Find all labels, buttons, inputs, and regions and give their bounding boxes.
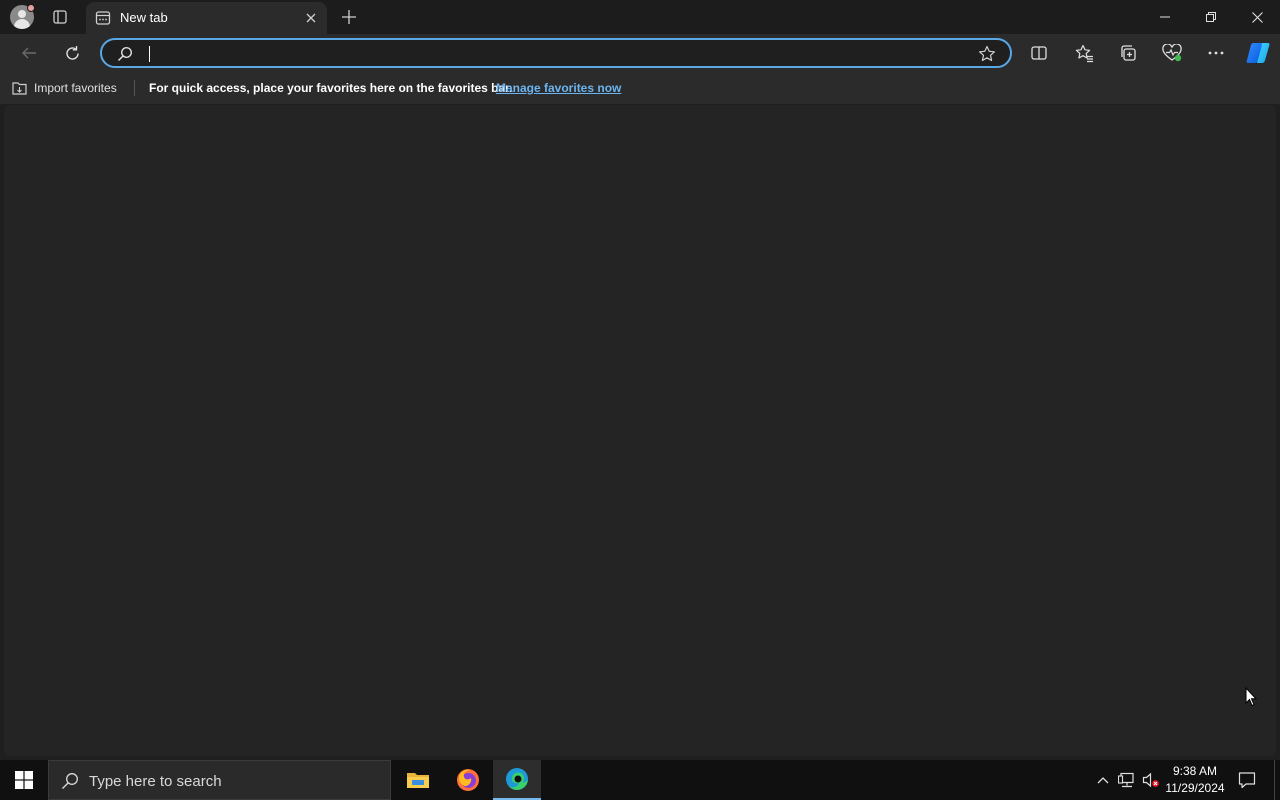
- show-desktop-button[interactable]: [1274, 760, 1280, 800]
- tab-actions-icon[interactable]: [46, 5, 74, 29]
- browser-essentials-icon[interactable]: [1157, 38, 1187, 68]
- windows-logo-icon: [15, 771, 33, 789]
- search-icon: [61, 772, 79, 795]
- restore-button[interactable]: [1188, 0, 1234, 34]
- address-bar[interactable]: [100, 38, 1012, 68]
- taskbar: Type here to search 9:38 AM 11/29/2024: [0, 760, 1280, 800]
- clock-date: 11/29/2024: [1165, 781, 1225, 795]
- file-explorer-icon[interactable]: [394, 760, 442, 800]
- new-tab-button[interactable]: [336, 5, 362, 29]
- volume-muted-icon[interactable]: [1140, 760, 1162, 800]
- favorites-bar: Import favorites For quick access, place…: [0, 72, 1280, 104]
- close-icon: [1251, 11, 1263, 23]
- firefox-icon[interactable]: [444, 760, 492, 800]
- refresh-icon: [65, 45, 79, 60]
- import-favorites-icon: [12, 82, 27, 95]
- start-button[interactable]: [0, 760, 48, 800]
- favorites-divider: [134, 80, 135, 96]
- more-icon[interactable]: [1201, 38, 1231, 68]
- favorites-icon[interactable]: [1069, 38, 1099, 68]
- taskbar-search-box[interactable]: Type here to search: [48, 760, 391, 800]
- navigation-toolbar: [0, 34, 1280, 72]
- notification-center-icon[interactable]: [1234, 760, 1260, 800]
- tab-new-tab[interactable]: New tab: [86, 2, 327, 34]
- split-screen-icon[interactable]: [1024, 38, 1054, 68]
- copilot-icon[interactable]: [1243, 38, 1273, 68]
- import-favorites-button[interactable]: Import favorites: [11, 80, 117, 96]
- page-content[interactable]: [4, 105, 1276, 756]
- minimize-button[interactable]: [1142, 0, 1188, 34]
- new-tab-page-icon: [95, 10, 111, 31]
- close-tab-icon[interactable]: [302, 9, 320, 27]
- clock-time: 9:38 AM: [1172, 764, 1218, 778]
- taskbar-search-placeholder: Type here to search: [89, 773, 222, 790]
- back-button[interactable]: [14, 38, 44, 68]
- back-arrow-icon: [22, 47, 36, 59]
- profile-notification-dot: [27, 4, 35, 12]
- address-input[interactable]: [148, 43, 968, 63]
- close-window-button[interactable]: [1234, 0, 1280, 34]
- refresh-button[interactable]: [57, 38, 87, 68]
- mouse-pointer-icon: [1245, 686, 1258, 712]
- restore-icon: [1206, 12, 1216, 22]
- search-icon: [117, 46, 133, 67]
- collections-icon[interactable]: [1113, 38, 1143, 68]
- tab-strip: New tab: [0, 0, 1280, 34]
- system-clock[interactable]: 9:38 AM 11/29/2024: [1160, 763, 1230, 797]
- minimize-icon: [1160, 16, 1170, 18]
- network-icon[interactable]: [1116, 760, 1138, 800]
- browser-window: New tab Import favorites For quick acces…: [0, 0, 1280, 760]
- edge-icon[interactable]: [493, 760, 541, 800]
- text-caret: [149, 46, 150, 62]
- favorites-bar-message: For quick access, place your favorites h…: [149, 81, 513, 95]
- import-favorites-label: Import favorites: [34, 81, 117, 95]
- manage-favorites-link[interactable]: Manage favorites now: [496, 81, 621, 95]
- tab-title: New tab: [120, 10, 168, 25]
- show-hidden-icons-chevron-icon[interactable]: [1094, 760, 1112, 800]
- add-favorite-star-icon[interactable]: [978, 45, 996, 68]
